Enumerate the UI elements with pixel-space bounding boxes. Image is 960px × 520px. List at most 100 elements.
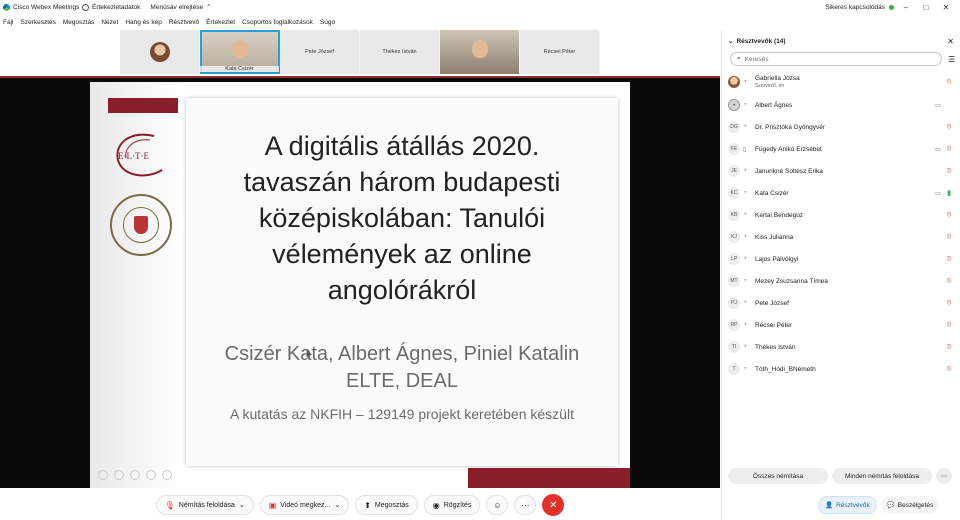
participant-name: Janurikné Soltész Erika bbox=[755, 167, 823, 175]
participant-row[interactable]: ◕ ◔ Albert Ágnes ▭ bbox=[728, 94, 954, 116]
slide-title-line: angolórákról bbox=[327, 275, 477, 305]
chevron-up-icon: ⌃ bbox=[206, 4, 212, 11]
participant-row[interactable]: RP ◔ Récsei Péter ⦸ bbox=[728, 314, 954, 336]
search-input[interactable] bbox=[744, 55, 925, 63]
participant-search[interactable]: ⌕ bbox=[730, 52, 942, 66]
chevron-down-icon[interactable]: ⌄ bbox=[728, 37, 733, 45]
video-tile[interactable]: Pete József bbox=[280, 30, 360, 74]
microphone-active-icon[interactable]: ▮ bbox=[944, 189, 954, 197]
menu-file[interactable]: Fájl bbox=[3, 19, 13, 26]
more-icon[interactable]: ⋯ bbox=[936, 468, 952, 484]
unmute-button[interactable]: 🎙 Némítás feloldása ⌄ bbox=[155, 495, 254, 515]
menu-meeting[interactable]: Értekezlet bbox=[206, 19, 235, 26]
participant-row[interactable]: MT ◔ Mezey Zsuzsanna Tímea ⦸ bbox=[728, 270, 954, 292]
chat-tab[interactable]: 💬 Beszélgetés bbox=[880, 496, 940, 514]
participant-name: Fügedy Anikó Erzsébet bbox=[755, 145, 822, 153]
participant-row[interactable]: PJ ◔ Pete József ⦸ bbox=[728, 292, 954, 314]
microphone-muted-icon[interactable]: ⦸ bbox=[944, 123, 954, 131]
menu-audio-video[interactable]: Hang és kép bbox=[125, 19, 162, 26]
maximize-button[interactable]: □ bbox=[918, 3, 934, 12]
participant-row[interactable]: KC ◔ Kata Csizér ▭ ▮ bbox=[728, 182, 954, 204]
microphone-muted-icon[interactable]: ⦸ bbox=[944, 365, 954, 373]
participant-row[interactable]: FE ▯ Fügedy Anikó Erzsébet ▭ ⦸ bbox=[728, 138, 954, 160]
avatar: DG bbox=[728, 121, 740, 133]
close-window-button[interactable]: ✕ bbox=[938, 3, 954, 12]
video-tile[interactable]: Récsei Péter bbox=[520, 30, 600, 74]
unmute-all-button[interactable]: Minden némítás feloldása bbox=[832, 468, 932, 484]
video-tile[interactable] bbox=[440, 30, 520, 74]
title-bar: Cisco Webex Meetings Értekezletadatok Me… bbox=[0, 0, 960, 14]
menu-participant[interactable]: Résztvevő bbox=[169, 19, 199, 26]
video-tile-active-speaker[interactable]: Kata Csizér bbox=[200, 30, 280, 74]
meeting-info-button[interactable]: Értekezletadatok bbox=[82, 3, 140, 11]
avatar bbox=[728, 76, 740, 88]
more-options-button[interactable]: ⋯ bbox=[514, 495, 537, 515]
share-button[interactable]: ⬆ Megosztás bbox=[355, 495, 418, 515]
participant-row[interactable]: KJ ◔ Kiss Julianna ⦸ bbox=[728, 226, 954, 248]
record-button[interactable]: ◉ Rögzítés bbox=[423, 495, 481, 515]
microphone-muted-icon[interactable]: ⦸ bbox=[944, 233, 954, 241]
participant-name: Albert Ágnes bbox=[755, 101, 793, 109]
hide-menu-button[interactable]: Menüsáv elrejtése ⌃ bbox=[150, 3, 212, 12]
app-title: Cisco Webex Meetings bbox=[0, 3, 82, 11]
leave-meeting-button[interactable]: ✕ bbox=[542, 494, 565, 516]
participant-name: Dr. Prisztóka Gyöngyvér bbox=[755, 123, 826, 131]
elte-logo: E·L·T·E bbox=[116, 133, 163, 177]
close-icon: ✕ bbox=[549, 499, 558, 511]
microphone-muted-icon[interactable]: ⦸ bbox=[944, 321, 954, 329]
slide-funding: A kutatás az NKFIH – 129149 projekt kere… bbox=[230, 406, 574, 422]
menu-share[interactable]: Megosztás bbox=[63, 19, 94, 26]
app-name: Cisco Webex Meetings bbox=[13, 3, 80, 11]
slide-menu-icon[interactable] bbox=[162, 470, 172, 480]
microphone-muted-icon[interactable]: ⦸ bbox=[944, 78, 954, 86]
slide-pen-icon[interactable] bbox=[130, 470, 140, 480]
chevron-down-icon: ⌄ bbox=[238, 502, 245, 509]
slide-title: A digitális átállás 2020. tavaszán három… bbox=[186, 128, 618, 308]
slide-next-icon[interactable] bbox=[114, 470, 124, 480]
close-panel-button[interactable]: ✕ bbox=[947, 37, 954, 46]
video-tile[interactable] bbox=[120, 30, 200, 74]
participant-row[interactable]: ◔ Gabriella Józsa Szervező, én ⦸ bbox=[728, 70, 954, 94]
phone-icon: ▯ bbox=[743, 146, 747, 153]
microphone-muted-icon[interactable]: ⦸ bbox=[944, 145, 954, 153]
video-tile[interactable]: Thékes István bbox=[360, 30, 440, 74]
avatar: JE bbox=[728, 165, 740, 177]
chat-tab-label: Beszélgetés bbox=[897, 501, 934, 509]
participant-name: Kata Csizér bbox=[755, 189, 789, 197]
microphone-muted-icon[interactable]: ⦸ bbox=[944, 277, 954, 285]
avatar: FE bbox=[728, 143, 740, 155]
microphone-muted-icon[interactable]: ⦸ bbox=[944, 255, 954, 263]
microphone-muted-icon[interactable]: ⦸ bbox=[944, 299, 954, 307]
participant-row[interactable]: T ◔ Tóth_Hódi_BNémeth ⦸ bbox=[728, 358, 954, 380]
mute-all-button[interactable]: Összes némítása bbox=[728, 468, 828, 484]
start-video-button[interactable]: ▣ Videó megkez... ⌄ bbox=[259, 495, 350, 515]
audio-icon: ◔ bbox=[743, 168, 747, 174]
sort-list-icon[interactable]: ☰ bbox=[948, 55, 955, 64]
reactions-button[interactable]: ☺ bbox=[486, 495, 509, 515]
avatar: LP bbox=[728, 253, 740, 265]
microphone-muted-icon[interactable]: ⦸ bbox=[944, 343, 954, 351]
slide-zoom-icon[interactable] bbox=[146, 470, 156, 480]
slide-prev-icon[interactable] bbox=[98, 470, 108, 480]
microphone-muted-icon[interactable]: ⦸ bbox=[944, 211, 954, 219]
elte-logo-text: E·L·T·E bbox=[118, 151, 149, 161]
camera-icon: ▭ bbox=[935, 190, 941, 197]
participant-row[interactable]: LP ◔ Lajos Pálvölgyi ⦸ bbox=[728, 248, 954, 270]
participant-row[interactable]: DG ◔ Dr. Prisztóka Gyöngyvér ⦸ bbox=[728, 116, 954, 138]
minimize-button[interactable]: – bbox=[898, 3, 914, 12]
meeting-controls: 🎙 Némítás feloldása ⌄ ▣ Videó megkez... … bbox=[0, 490, 720, 520]
shared-content-area[interactable]: E·L·T·E A digitális átállás 2020. tavasz… bbox=[0, 76, 720, 488]
participant-row[interactable]: JE ◔ Janurikné Soltész Erika ⦸ bbox=[728, 160, 954, 182]
participant-row[interactable]: KB ◔ Kertai Bendegúz ⦸ bbox=[728, 204, 954, 226]
microphone-muted-icon[interactable]: ⦸ bbox=[944, 167, 954, 175]
info-icon bbox=[82, 3, 89, 11]
participant-row[interactable]: TI ◔ Thékes István ⦸ bbox=[728, 336, 954, 358]
menu-help[interactable]: Súgó bbox=[320, 19, 335, 26]
more-icon: ⋯ bbox=[521, 500, 530, 510]
slide-title-line: tavaszán három budapesti bbox=[243, 167, 561, 197]
audio-icon: ◔ bbox=[743, 190, 747, 196]
menu-breakout[interactable]: Csoportos foglalkozások bbox=[242, 19, 313, 26]
participants-tab[interactable]: 👤 Résztvevők bbox=[818, 496, 877, 514]
menu-edit[interactable]: Szerkesztés bbox=[20, 19, 55, 26]
menu-view[interactable]: Nézet bbox=[101, 19, 118, 26]
